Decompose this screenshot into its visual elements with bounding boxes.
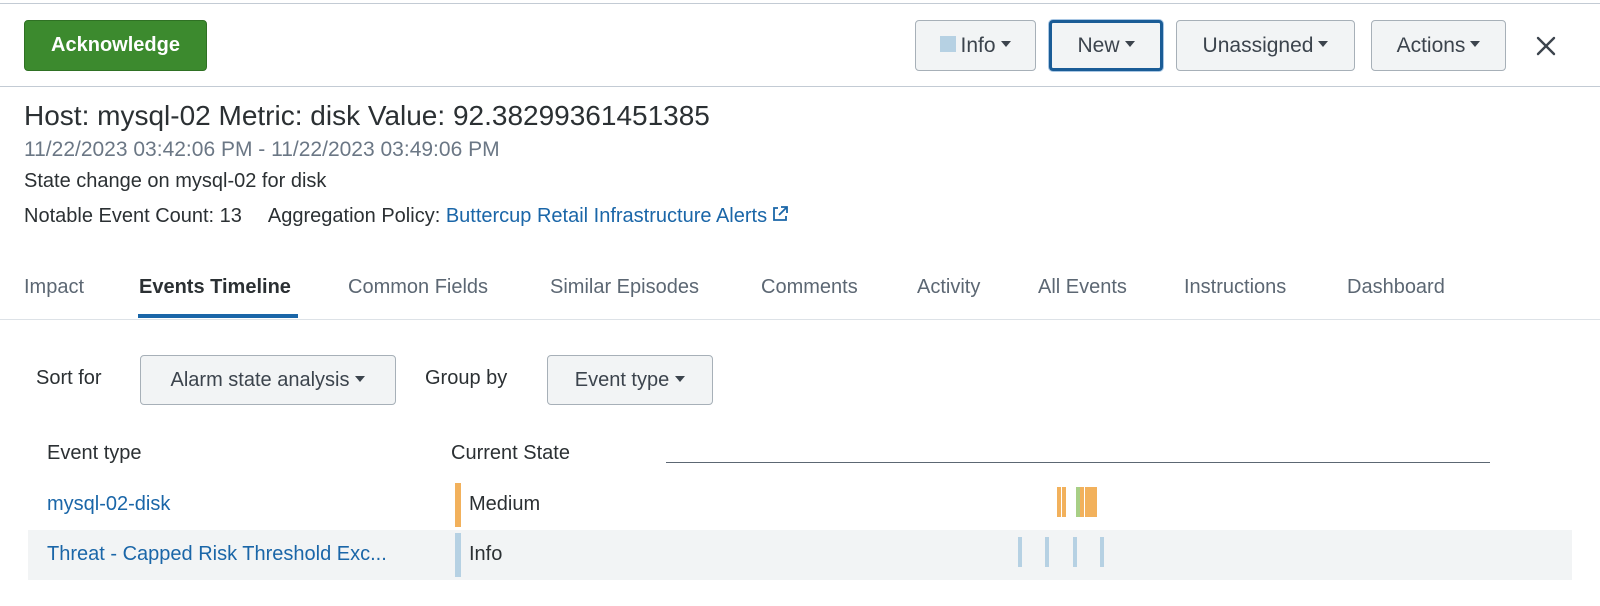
event-tick[interactable] <box>1061 487 1066 517</box>
caret-down-icon <box>675 375 686 382</box>
episode-toolbar: Acknowledge Info New Unassigned Actions <box>0 4 1600 87</box>
severity-label: Info <box>960 34 996 57</box>
state-label: Medium <box>469 493 541 515</box>
tab-activity[interactable]: Activity <box>917 276 980 299</box>
tab-all-events[interactable]: All Events <box>1038 276 1127 299</box>
event-tick[interactable] <box>1100 537 1105 567</box>
event-tick[interactable] <box>1017 537 1022 567</box>
tab-dashboard[interactable]: Dashboard <box>1347 276 1445 299</box>
timeline-axis <box>666 462 1490 463</box>
timeline-row: Threat - Capped Risk Threshold Exc... In… <box>28 530 1572 580</box>
sort-label: Sort for <box>36 367 102 389</box>
severity-swatch-icon <box>940 36 957 53</box>
timeline-row: mysql-02-disk Medium <box>28 480 1572 530</box>
actions-dropdown[interactable]: Actions <box>1371 20 1506 71</box>
event-tick[interactable] <box>1092 487 1097 517</box>
event-tick[interactable] <box>1073 537 1078 567</box>
group-value: Event type <box>574 369 670 391</box>
owner-label: Unassigned <box>1202 34 1314 57</box>
policy-link[interactable]: Buttercup Retail Infrastructure Alerts <box>446 205 767 227</box>
owner-dropdown[interactable]: Unassigned <box>1176 20 1355 71</box>
episode-tabs: Impact Events Timeline Common Fields Sim… <box>0 260 1600 320</box>
column-header-event-type: Event type <box>47 442 142 464</box>
actions-label: Actions <box>1396 34 1466 57</box>
caret-down-icon <box>1000 41 1011 48</box>
tab-instructions[interactable]: Instructions <box>1184 276 1286 299</box>
tab-comments[interactable]: Comments <box>761 276 858 299</box>
event-tick[interactable] <box>1045 537 1050 567</box>
status-dropdown[interactable]: New <box>1049 20 1163 71</box>
caret-down-icon <box>1470 41 1481 48</box>
episode-meta: Notable Event Count: 13 Aggregation Polic… <box>24 205 789 228</box>
tab-common-fields[interactable]: Common Fields <box>348 276 488 299</box>
episode-title: Host: mysql-02 Metric: disk Value: 92.38… <box>24 100 710 131</box>
group-label: Group by <box>425 367 508 389</box>
column-header-current-state: Current State <box>451 442 570 464</box>
caret-down-icon <box>1318 41 1329 48</box>
close-icon[interactable] <box>1533 33 1559 59</box>
event-tick[interactable] <box>1056 487 1061 517</box>
caret-down-icon <box>1124 41 1135 48</box>
episode-description: State change on mysql-02 for disk <box>24 170 327 192</box>
group-dropdown[interactable]: Event type <box>547 355 713 405</box>
acknowledge-button[interactable]: Acknowledge <box>24 20 207 71</box>
episode-time-range: 11/22/2023 03:42:06 PM - 11/22/2023 03:4… <box>24 138 500 161</box>
sort-value: Alarm state analysis <box>170 369 350 391</box>
event-type-link[interactable]: mysql-02-disk <box>47 493 170 516</box>
policy-label: Aggregation Policy: <box>267 205 441 227</box>
tab-similar-episodes[interactable]: Similar Episodes <box>550 276 699 299</box>
status-label: New <box>1077 34 1120 57</box>
sort-dropdown[interactable]: Alarm state analysis <box>140 355 396 405</box>
severity-dropdown[interactable]: Info <box>915 20 1036 71</box>
state-color-bar <box>455 483 461 527</box>
external-link-icon[interactable] <box>771 205 789 223</box>
caret-down-icon <box>355 375 366 382</box>
active-tab-indicator <box>138 314 298 318</box>
event-count: Notable Event Count: 13 <box>24 205 242 227</box>
tab-impact[interactable]: Impact <box>24 276 84 299</box>
tab-events-timeline[interactable]: Events Timeline <box>139 276 291 299</box>
state-color-bar <box>455 533 461 577</box>
state-label: Info <box>469 543 503 565</box>
event-type-link[interactable]: Threat - Capped Risk Threshold Exc... <box>47 543 387 566</box>
